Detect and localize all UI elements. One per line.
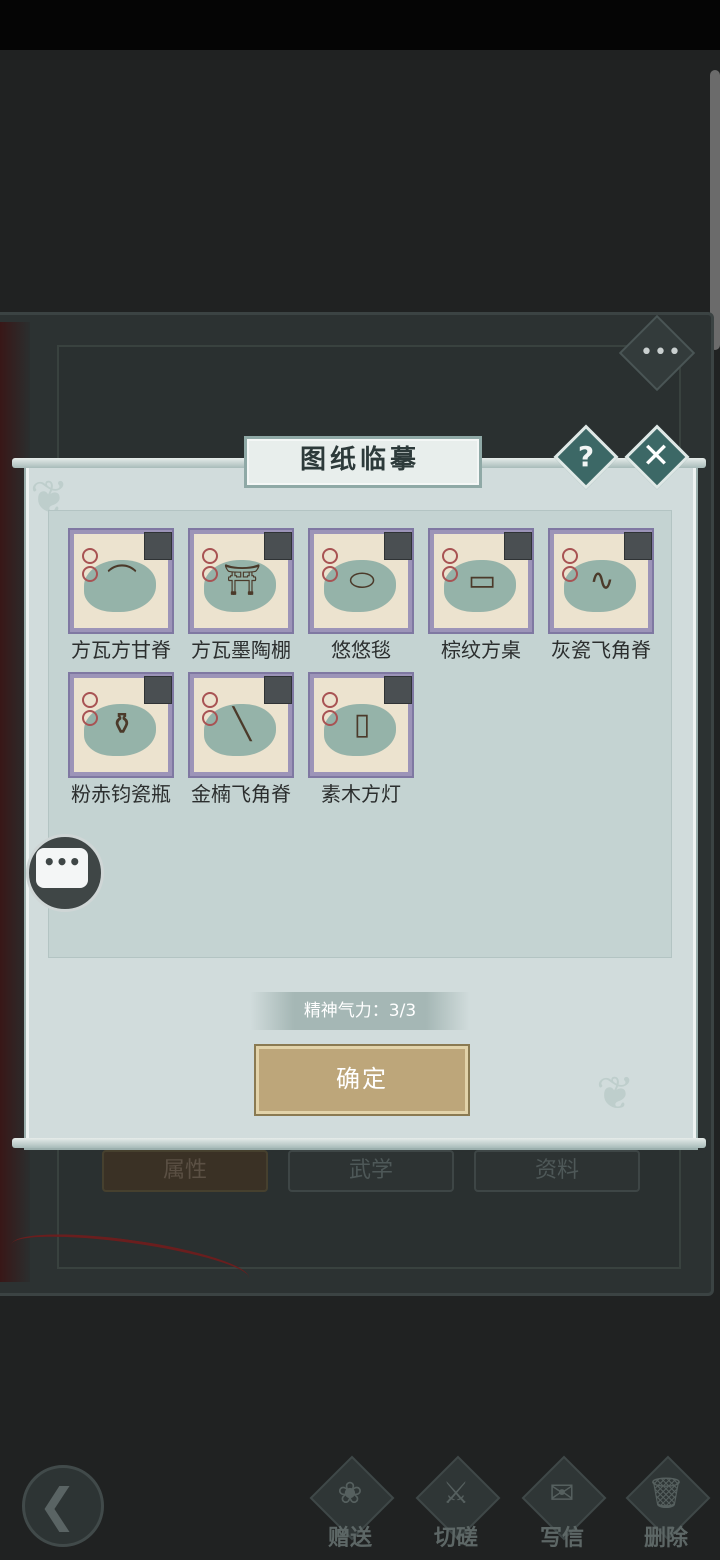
delete-button[interactable]: 🗑 删除 <box>624 1455 711 1552</box>
spar-button[interactable]: ⚔ 切磋 <box>414 1455 501 1552</box>
item-name: 方瓦方甘脊 <box>71 638 171 662</box>
tab-martial-arts[interactable]: 武学 <box>288 1150 454 1192</box>
checkbox[interactable] <box>264 676 292 704</box>
delete-label: 删除 <box>643 1526 688 1551</box>
checkbox[interactable] <box>624 532 652 560</box>
write-letter-label: 写信 <box>539 1526 584 1551</box>
gift-label: 赠送 <box>327 1526 372 1551</box>
letter-icon: ✉ <box>549 1476 575 1511</box>
item-card: ⌒ <box>68 528 174 634</box>
scrollbar[interactable] <box>710 70 720 350</box>
item-card: ⬭ <box>308 528 414 634</box>
item-name: 素木方灯 <box>321 782 401 806</box>
checkbox[interactable] <box>384 532 412 560</box>
blueprint-item[interactable]: ▯ 素木方灯 <box>308 672 416 808</box>
status-bar <box>0 0 720 50</box>
blueprint-item[interactable]: ▭ 棕纹方桌 <box>428 528 536 664</box>
gift-scroll-icon: ❀ <box>337 1476 363 1511</box>
checkbox[interactable] <box>144 676 172 704</box>
blueprint-item[interactable]: ⌒ 方瓦方甘脊 <box>68 528 176 664</box>
roof-ridge-icon: ⌒ <box>107 563 137 598</box>
gift-button[interactable]: ❀ 赠送 <box>308 1455 395 1552</box>
blueprint-item[interactable]: ∿ 灰瓷飞角脊 <box>548 528 656 664</box>
item-name: 灰瓷飞角脊 <box>551 638 651 662</box>
item-card: ▯ <box>308 672 414 778</box>
chat-dots-icon: ••• <box>42 850 82 874</box>
checkbox[interactable] <box>504 532 532 560</box>
spar-label: 切磋 <box>433 1526 478 1551</box>
item-name: 方瓦墨陶棚 <box>191 638 291 662</box>
close-icon: ✕ <box>641 436 671 476</box>
help-icon: ? <box>577 440 595 473</box>
item-name: 粉赤钧瓷瓶 <box>71 782 171 806</box>
item-card: ∿ <box>548 528 654 634</box>
item-name: 悠悠毯 <box>331 638 391 662</box>
tab-profile[interactable]: 资料 <box>474 1150 640 1192</box>
blueprint-item[interactable]: ╲ 金楠飞角脊 <box>188 672 296 808</box>
rug-icon: ⬭ <box>349 563 375 598</box>
wood-ridge-icon: ╲ <box>232 707 252 742</box>
back-arrow-icon: ❮ <box>38 1478 77 1532</box>
blueprint-item[interactable]: ⬭ 悠悠毯 <box>308 528 416 664</box>
dialog-title: 图纸临摹 <box>299 445 420 475</box>
tab-attributes[interactable]: 属性 <box>102 1150 268 1192</box>
write-letter-button[interactable]: ✉ 写信 <box>520 1455 607 1552</box>
checkbox[interactable] <box>384 676 412 704</box>
blueprint-item[interactable]: ⚱ 粉赤钧瓷瓶 <box>68 672 176 808</box>
dialog-bottom-rail <box>12 1138 706 1148</box>
table-icon: ▭ <box>467 563 497 598</box>
confirm-label: 确定 <box>336 1065 388 1093</box>
bamboo-decoration: ❦ <box>596 1066 635 1120</box>
lantern-icon: ▯ <box>353 707 371 742</box>
more-icon: ••• <box>640 340 682 365</box>
trash-icon: 🗑 <box>646 1476 686 1511</box>
item-card: ⛩ <box>188 528 294 634</box>
spirit-value: 精神气力：3/3 <box>303 1001 417 1021</box>
item-card: ⚱ <box>68 672 174 778</box>
item-card: ▭ <box>428 528 534 634</box>
item-name: 棕纹方桌 <box>441 638 521 662</box>
item-name: 金楠飞角脊 <box>191 782 291 806</box>
canopy-icon: ⛩ <box>222 563 262 598</box>
checkbox[interactable] <box>144 532 172 560</box>
blueprint-item[interactable]: ⛩ 方瓦墨陶棚 <box>188 528 296 664</box>
item-card: ╲ <box>188 672 294 778</box>
eave-ridge-icon: ∿ <box>589 563 615 598</box>
vase-icon: ⚱ <box>109 707 135 742</box>
sword-icon: ⚔ <box>442 1476 470 1511</box>
checkbox[interactable] <box>264 532 292 560</box>
